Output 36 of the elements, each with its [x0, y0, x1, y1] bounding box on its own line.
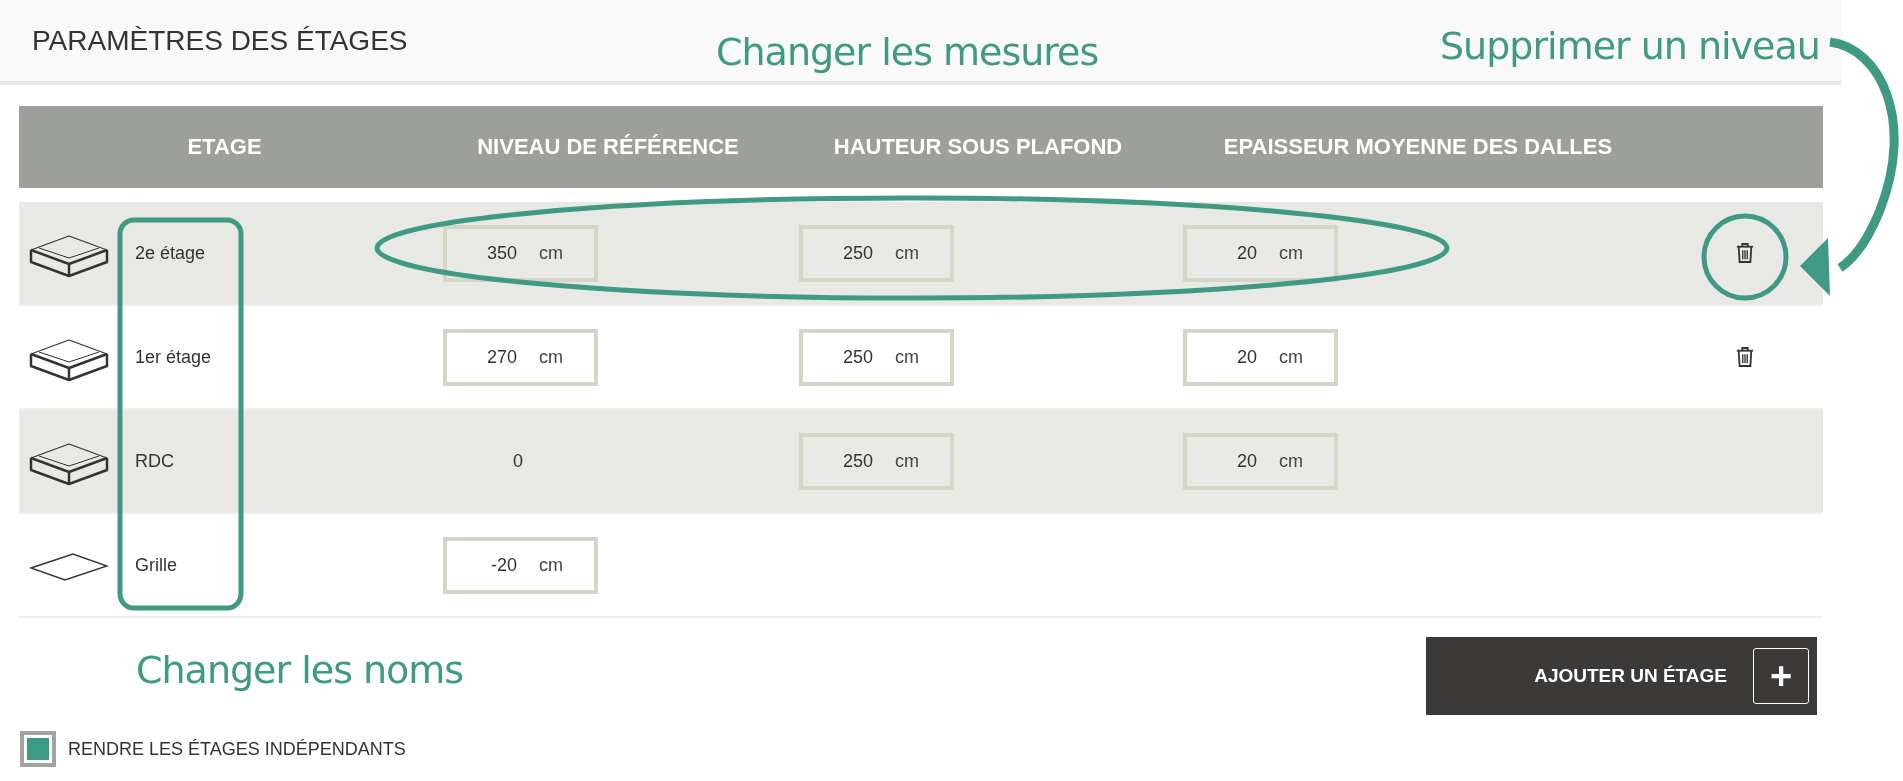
unit-label: cm: [895, 450, 919, 472]
page-title: PARAMÈTRES DES ÉTAGES: [32, 24, 408, 57]
unit-label: cm: [539, 242, 563, 264]
checkbox-label: RENDRE LES ÉTAGES INDÉPENDANTS: [68, 738, 406, 760]
annotation-text: Changer les noms: [136, 648, 464, 692]
measure-field[interactable]: 250 cm: [799, 328, 954, 386]
unit-label: cm: [895, 242, 919, 264]
annotation-text: Changer les mesures: [716, 30, 1099, 74]
floor-name[interactable]: 2e étage: [135, 242, 206, 264]
checkbox[interactable]: [20, 731, 56, 767]
reference-value: 0: [513, 450, 523, 472]
measure-field[interactable]: 350 cm: [443, 224, 598, 282]
measure-field[interactable]: 250 cm: [799, 224, 954, 282]
unit-label: cm: [539, 346, 563, 368]
add-floor-button[interactable]: AJOUTER UN ÉTAGE +: [1426, 637, 1817, 715]
measure-field[interactable]: 270 cm: [443, 328, 598, 386]
unit-label: cm: [1279, 346, 1303, 368]
unit-label: cm: [895, 346, 919, 368]
measure-field[interactable]: -20 cm: [443, 536, 598, 594]
unit-label: cm: [1279, 450, 1303, 472]
unit-label: cm: [539, 554, 563, 576]
measure-field[interactable]: 20 cm: [1183, 432, 1338, 490]
column-header: HAUTEUR SOUS PLAFOND: [833, 134, 1123, 160]
unit-label: cm: [1279, 242, 1303, 264]
annotation-text: Supprimer un niveau: [1440, 24, 1820, 68]
column-header: NIVEAU DE RÉFÉRENCE: [477, 134, 739, 160]
floor-name[interactable]: RDC: [135, 450, 174, 472]
column-header: ETAGE: [187, 134, 262, 160]
measure-field[interactable]: 20 cm: [1183, 224, 1338, 282]
trash-icon[interactable]: [1735, 242, 1754, 264]
measure-field[interactable]: 20 cm: [1183, 328, 1338, 386]
floor-name[interactable]: 1er étage: [135, 346, 212, 368]
measure-field[interactable]: 250 cm: [799, 432, 954, 490]
floor-name[interactable]: Grille: [135, 554, 177, 576]
trash-icon[interactable]: [1735, 346, 1754, 368]
column-header: EPAISSEUR MOYENNE DES DALLES: [1223, 134, 1613, 160]
